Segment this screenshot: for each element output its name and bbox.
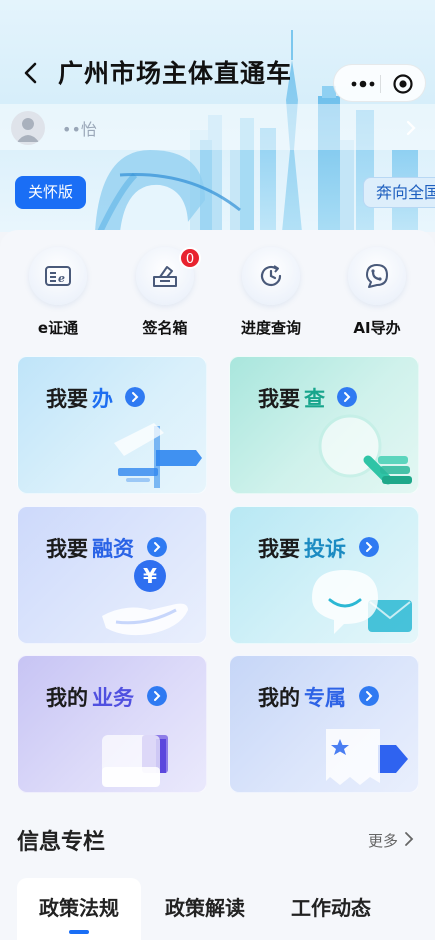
search-magnifier-icon (318, 414, 412, 485)
card-title-prefix: 我要 (258, 387, 300, 411)
quick-action-signature-box[interactable]: 0 签名箱 (119, 247, 211, 347)
yuan-hand-icon: ¥ (102, 560, 188, 636)
avatar (11, 111, 45, 145)
signature-box-icon (153, 266, 177, 287)
card-title-prefix: 我的 (258, 686, 300, 710)
card-i-want-financing[interactable]: 我要 融资 ¥ (17, 506, 207, 644)
capsule-divider (380, 75, 381, 93)
close-miniprogram-icon[interactable] (392, 73, 414, 95)
user-name: ••怡 (62, 120, 97, 139)
care-mode-button[interactable]: 关怀版 (15, 176, 86, 209)
info-tab-bar: 政策法规 政策解读 工作动态 (17, 878, 435, 940)
notification-badge: 0 (179, 247, 201, 269)
quick-action-label: AI导办 (353, 319, 401, 337)
quick-action-circle (242, 247, 300, 305)
quick-action-label: 签名箱 (142, 319, 188, 337)
quick-action-circle (348, 247, 406, 305)
card-i-want-to-handle[interactable]: 我要办 (17, 356, 207, 494)
tab-work-updates[interactable]: 工作动态 (291, 892, 371, 921)
card-i-want-to-complain[interactable]: 我要 投诉 (229, 506, 419, 644)
miniprogram-capsule (333, 64, 426, 102)
card-my-exclusive[interactable]: 我的 专属 (229, 655, 419, 793)
folder-icon (102, 735, 168, 787)
forward-national-tag[interactable]: 奔向全国 (363, 177, 435, 208)
card-i-want-to-query[interactable]: 我要查 (229, 356, 419, 494)
ai-guide-icon (366, 264, 388, 288)
chevron-right-icon (406, 120, 416, 136)
e-cert-icon: e (45, 266, 71, 286)
card-title-prefix: 我要 (258, 537, 300, 561)
chevron-right-icon[interactable] (403, 831, 415, 847)
user-avatar-icon (17, 118, 39, 142)
svg-text:¥: ¥ (143, 564, 157, 588)
quick-action-circle: e (29, 247, 87, 305)
active-tab-indicator (69, 930, 89, 934)
quick-action-ai-guide[interactable]: AI导办 (331, 247, 423, 347)
tab-policy-regulations[interactable]: 政策法规 (39, 892, 119, 921)
tab-policy-interpretation[interactable]: 政策解读 (165, 892, 245, 921)
svg-text:e: e (58, 272, 65, 285)
chat-bubble-icon (312, 570, 412, 634)
quick-action-progress-query[interactable]: 进度查询 (225, 247, 317, 347)
card-title-prefix: 我要 (46, 537, 88, 561)
quick-action-ecert[interactable]: e e证通 (12, 247, 104, 347)
section-title: 信息专栏 (17, 830, 106, 855)
more-dots-icon[interactable] (348, 74, 378, 94)
card-title-prefix: 我要 (46, 387, 88, 411)
user-profile-bar[interactable]: ••怡 (0, 104, 435, 150)
clock-refresh-icon (260, 265, 282, 287)
more-link[interactable]: 更多 (368, 830, 398, 851)
quick-action-label: e证通 (37, 319, 79, 337)
page-title: 广州市场主体直通车 (58, 59, 293, 88)
back-arrow-icon[interactable] (18, 58, 44, 88)
quick-action-label: 进度查询 (240, 319, 301, 337)
signpost-icon (114, 423, 202, 488)
star-ticket-icon (326, 729, 408, 785)
card-my-business[interactable]: 我的 业务 (17, 655, 207, 793)
card-title-prefix: 我的 (46, 686, 88, 710)
